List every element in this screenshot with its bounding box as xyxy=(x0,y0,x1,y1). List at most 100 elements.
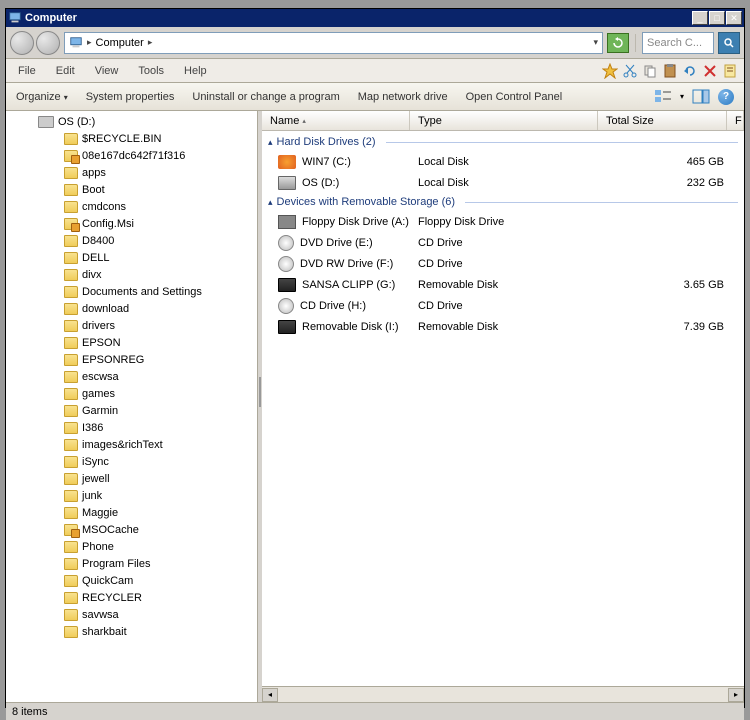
cd-icon xyxy=(278,235,294,251)
tree-folder[interactable]: jewell xyxy=(6,470,257,487)
drive-item[interactable]: CD Drive (H:)CD Drive xyxy=(262,295,744,316)
tree-folder[interactable]: Documents and Settings xyxy=(6,283,257,300)
tree-folder[interactable]: DELL xyxy=(6,249,257,266)
tree-folder[interactable]: Config.Msi xyxy=(6,215,257,232)
folder-icon xyxy=(64,337,78,349)
menu-view[interactable]: View xyxy=(85,61,129,81)
folder-icon xyxy=(64,269,78,281)
map-drive-button[interactable]: Map network drive xyxy=(358,91,448,103)
back-button[interactable] xyxy=(10,31,34,55)
tree-folder[interactable]: iSync xyxy=(6,453,257,470)
scroll-left-button[interactable]: ◂ xyxy=(262,688,278,702)
drive-item[interactable]: OS (D:)Local Disk232 GB xyxy=(262,172,744,193)
horizontal-scrollbar[interactable]: ◂ ▸ xyxy=(262,686,744,702)
menu-tools[interactable]: Tools xyxy=(128,61,174,81)
uninstall-button[interactable]: Uninstall or change a program xyxy=(192,91,339,103)
tree-folder[interactable]: sharkbait xyxy=(6,623,257,640)
minimize-button[interactable]: _ xyxy=(692,11,708,25)
properties-icon[interactable] xyxy=(722,63,738,79)
folder-icon xyxy=(64,609,78,621)
view-button[interactable] xyxy=(654,89,672,104)
cut-icon[interactable] xyxy=(622,63,638,79)
folder-icon xyxy=(64,252,78,264)
column-type[interactable]: Type xyxy=(410,111,598,130)
drive-item[interactable]: DVD Drive (E:)CD Drive xyxy=(262,232,744,253)
scroll-right-button[interactable]: ▸ xyxy=(728,688,744,702)
drive-item[interactable]: Floppy Disk Drive (A:)Floppy Disk Drive xyxy=(262,211,744,232)
close-button[interactable]: ✕ xyxy=(726,11,742,25)
tree-folder[interactable]: I386 xyxy=(6,419,257,436)
refresh-button[interactable] xyxy=(607,33,629,53)
tree-folder[interactable]: escwsa xyxy=(6,368,257,385)
folder-icon xyxy=(64,456,78,468)
drive-item[interactable]: WIN7 (C:)Local Disk465 GB xyxy=(262,151,744,172)
folder-icon xyxy=(64,524,78,536)
tree-folder[interactable]: apps xyxy=(6,164,257,181)
folder-icon xyxy=(64,439,78,451)
organize-button[interactable]: Organize ▾ xyxy=(16,91,68,103)
hdd-icon xyxy=(278,176,296,190)
fdd-icon xyxy=(278,215,296,229)
list-body[interactable]: ▴Hard Disk Drives (2)WIN7 (C:)Local Disk… xyxy=(262,131,744,686)
address-bar[interactable]: ▸ Computer ▸ ▾ xyxy=(64,32,603,54)
forward-button[interactable] xyxy=(36,31,60,55)
tree-folder[interactable]: $RECYCLE.BIN xyxy=(6,130,257,147)
help-button[interactable]: ? xyxy=(718,89,734,105)
drive-item[interactable]: SANSA CLIPP (G:)Removable Disk3.65 GB xyxy=(262,274,744,295)
splitter[interactable] xyxy=(258,111,262,702)
maximize-button[interactable]: □ xyxy=(709,11,725,25)
titlebar[interactable]: Computer _ □ ✕ xyxy=(6,9,744,27)
search-button[interactable] xyxy=(718,32,740,54)
view-dropdown[interactable]: ▾ xyxy=(680,92,684,101)
tree-folder[interactable]: cmdcons xyxy=(6,198,257,215)
folder-icon xyxy=(64,184,78,196)
tree-folder[interactable]: Phone xyxy=(6,538,257,555)
column-size[interactable]: Total Size xyxy=(598,111,727,130)
tree-folder[interactable]: divx xyxy=(6,266,257,283)
column-free[interactable]: F xyxy=(727,111,744,130)
group-header[interactable]: ▴Hard Disk Drives (2) xyxy=(262,133,744,151)
menu-edit[interactable]: Edit xyxy=(46,61,85,81)
tree-folder[interactable]: images&richText xyxy=(6,436,257,453)
tree-folder[interactable]: 08e167dc642f71f316 xyxy=(6,147,257,164)
tree-root[interactable]: OS (D:) xyxy=(6,113,257,130)
menu-help[interactable]: Help xyxy=(174,61,217,81)
tree-folder[interactable]: games xyxy=(6,385,257,402)
search-input[interactable]: Search C... xyxy=(642,32,714,54)
tree-folder[interactable]: download xyxy=(6,300,257,317)
tree-folder[interactable]: D8400 xyxy=(6,232,257,249)
drive-item[interactable]: Removable Disk (I:)Removable Disk7.39 GB xyxy=(262,316,744,337)
paste-icon[interactable] xyxy=(662,63,678,79)
tree-folder[interactable]: savwsa xyxy=(6,606,257,623)
control-panel-button[interactable]: Open Control Panel xyxy=(466,91,563,103)
folder-tree[interactable]: OS (D:)$RECYCLE.BIN08e167dc642f71f316app… xyxy=(6,111,258,702)
drive-item[interactable]: DVD RW Drive (F:)CD Drive xyxy=(262,253,744,274)
tree-folder[interactable]: drivers xyxy=(6,317,257,334)
group-header[interactable]: ▴Devices with Removable Storage (6) xyxy=(262,193,744,211)
sort-asc-icon: ▴ xyxy=(302,117,306,125)
column-name[interactable]: Name▴ xyxy=(262,111,410,130)
tree-folder[interactable]: MSOCache xyxy=(6,521,257,538)
preview-pane-button[interactable] xyxy=(692,89,710,104)
system-properties-button[interactable]: System properties xyxy=(86,91,175,103)
tree-folder[interactable]: EPSON xyxy=(6,334,257,351)
chevron-down-icon[interactable]: ▾ xyxy=(593,37,598,48)
star-icon[interactable] xyxy=(602,63,618,79)
tree-folder[interactable]: Program Files xyxy=(6,555,257,572)
tree-folder[interactable]: QuickCam xyxy=(6,572,257,589)
folder-icon xyxy=(64,626,78,638)
delete-icon[interactable] xyxy=(702,63,718,79)
tree-folder[interactable]: RECYCLER xyxy=(6,589,257,606)
tree-folder[interactable]: EPSONREG xyxy=(6,351,257,368)
menu-file[interactable]: File xyxy=(8,61,46,81)
tree-folder[interactable]: Boot xyxy=(6,181,257,198)
copy-icon[interactable] xyxy=(642,63,658,79)
tree-folder[interactable]: Garmin xyxy=(6,402,257,419)
folder-icon xyxy=(64,473,78,485)
tree-folder[interactable]: Maggie xyxy=(6,504,257,521)
undo-icon[interactable] xyxy=(682,63,698,79)
refresh-icon xyxy=(612,37,624,49)
folder-icon xyxy=(64,507,78,519)
folder-icon xyxy=(64,490,78,502)
tree-folder[interactable]: junk xyxy=(6,487,257,504)
